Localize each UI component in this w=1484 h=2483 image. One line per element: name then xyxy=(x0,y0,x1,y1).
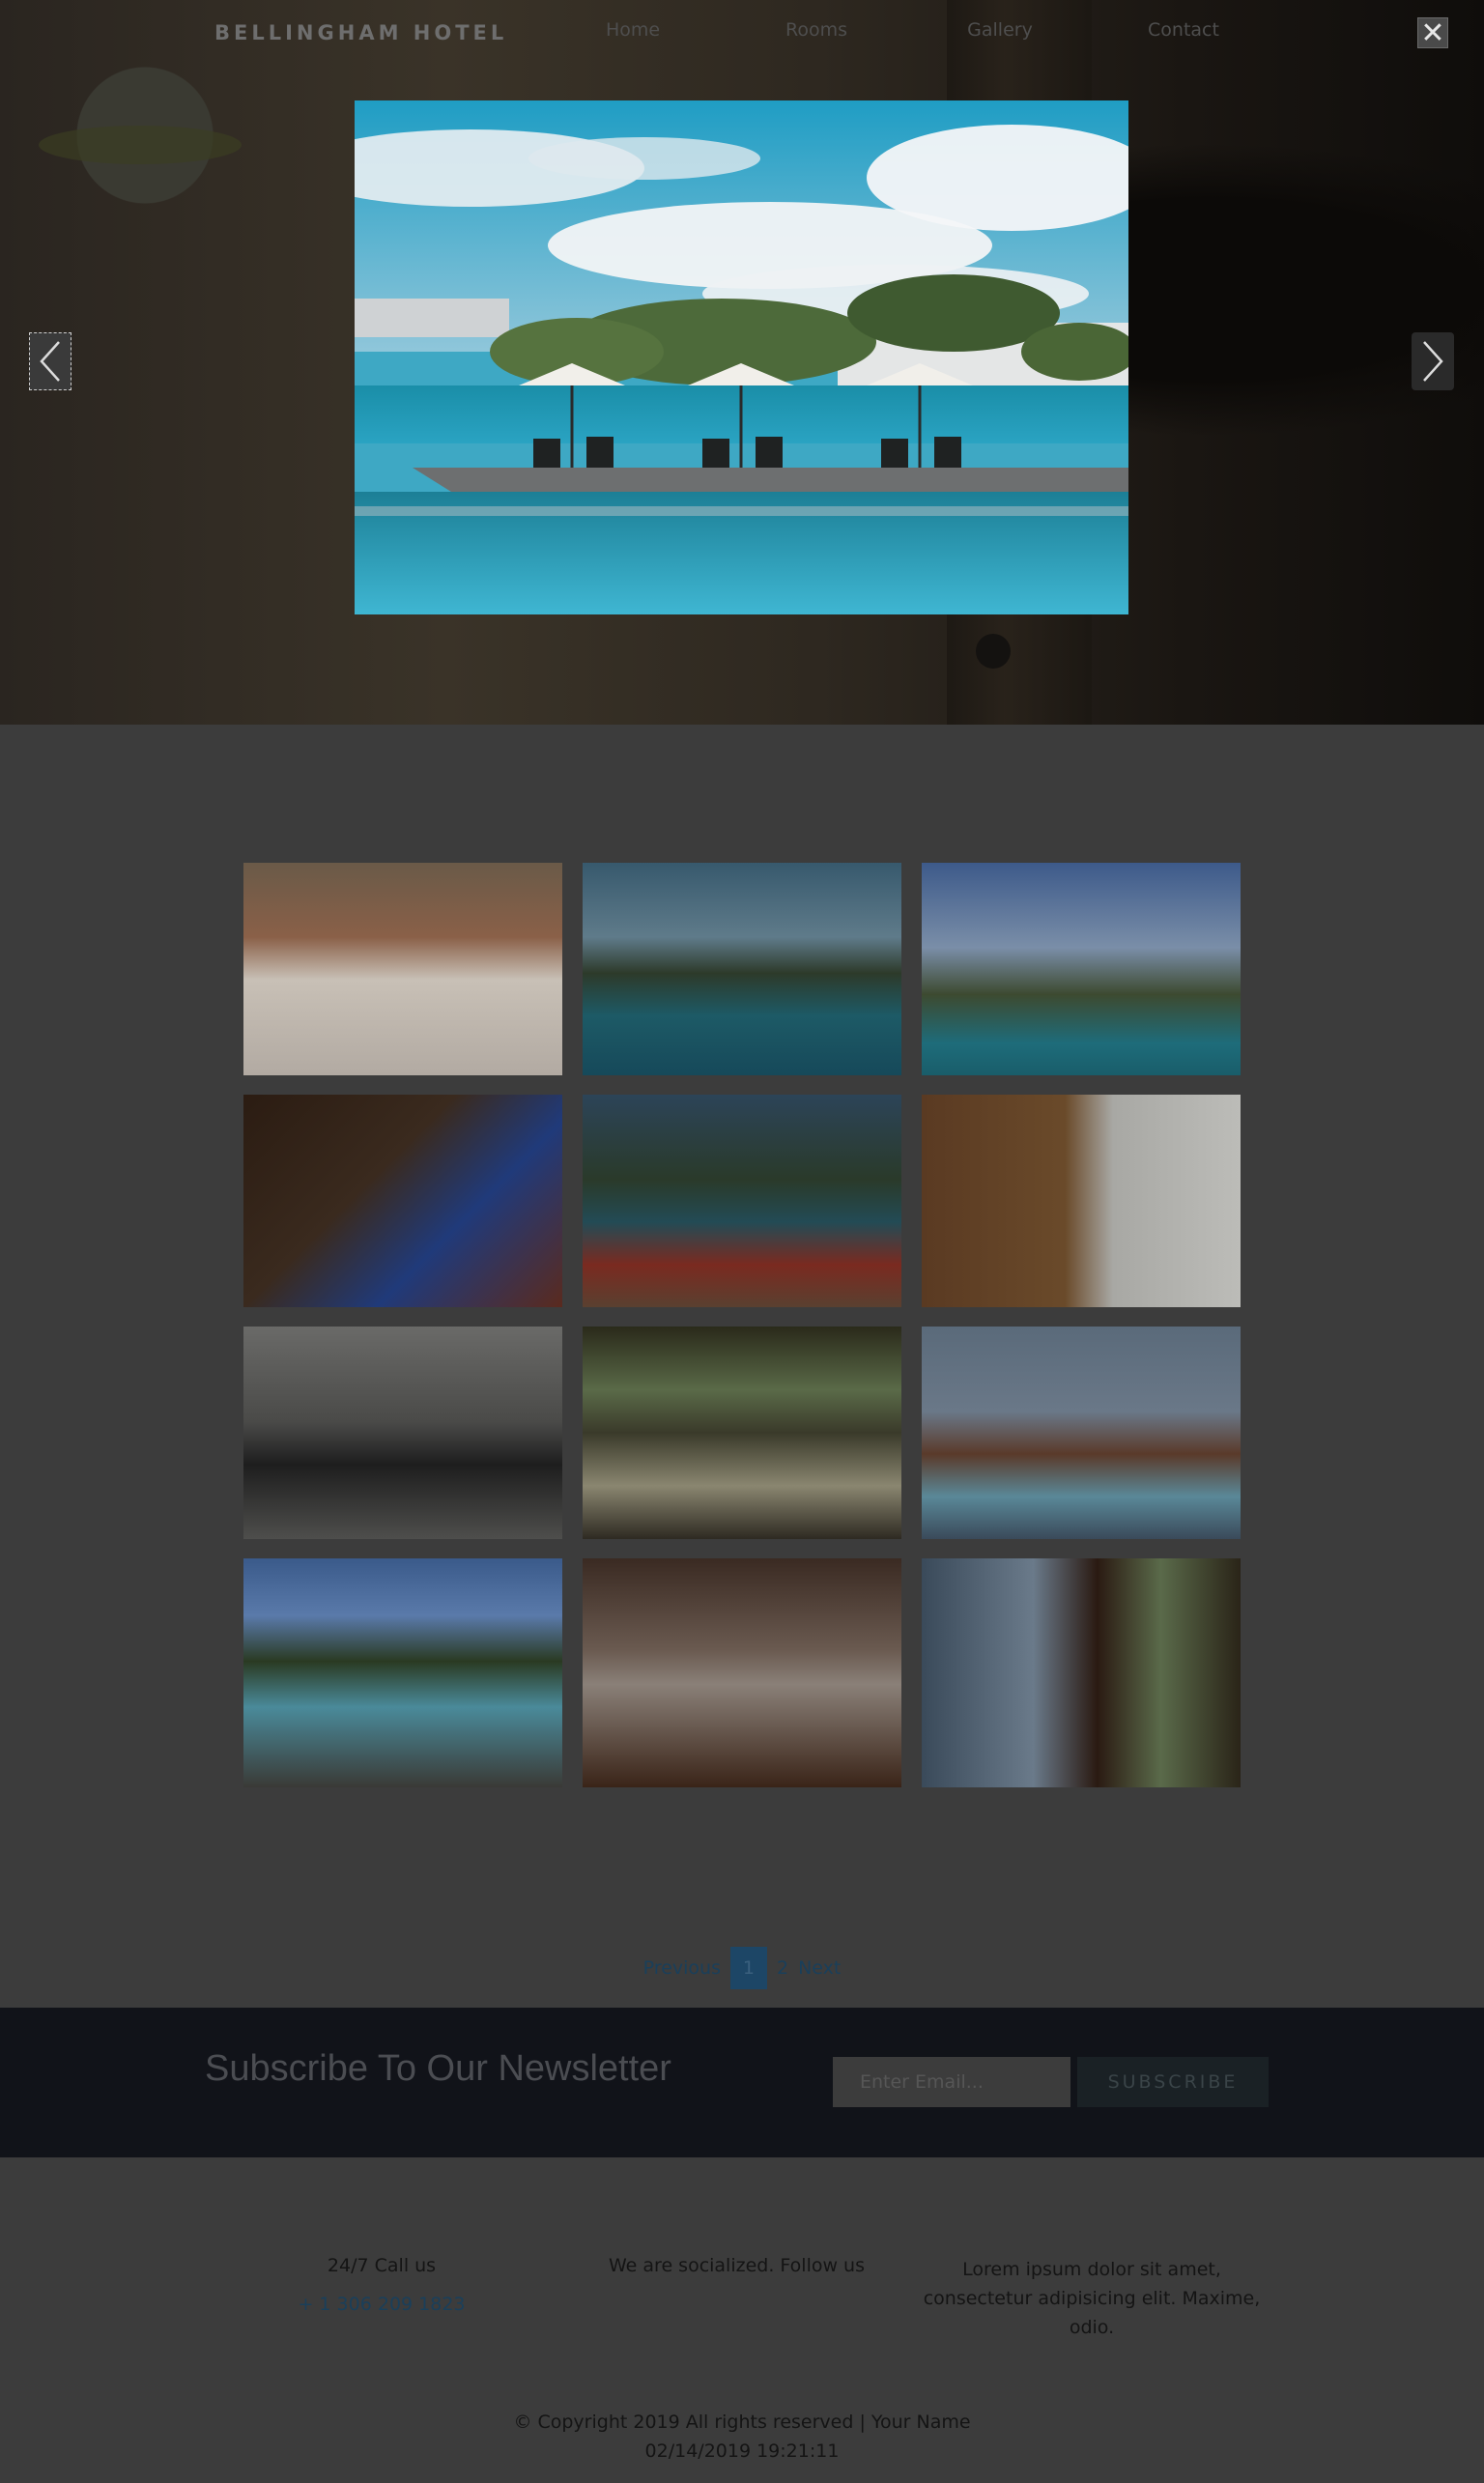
chevron-left-icon xyxy=(40,341,60,382)
chevron-right-icon xyxy=(1423,341,1443,382)
lightbox-next-button[interactable] xyxy=(1412,332,1454,390)
pool-photo xyxy=(355,100,1128,614)
lightbox-prev-button[interactable] xyxy=(29,332,71,390)
lightbox-image-pool xyxy=(355,100,1128,614)
lightbox-close-icon[interactable]: ✕ xyxy=(1417,17,1448,49)
